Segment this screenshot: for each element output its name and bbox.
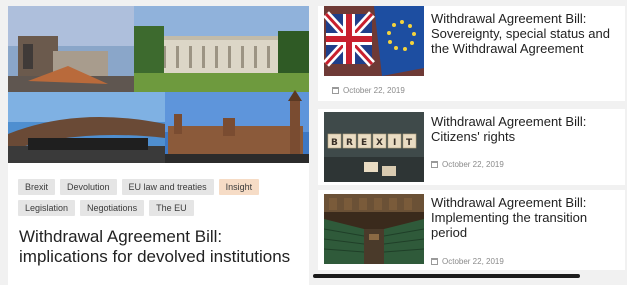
article-card-sovereignty[interactable]: Withdrawal Agreement Bill: Sovereignty, …	[318, 6, 625, 101]
tag-legislation[interactable]: Legislation	[18, 200, 76, 216]
article-date-text: October 22, 2019	[442, 160, 504, 169]
featured-article-card[interactable]: Brexit Devolution EU law and treaties In…	[8, 6, 309, 285]
article-date: October 22, 2019	[431, 160, 504, 169]
svg-text:X: X	[376, 138, 383, 148]
article-date: October 22, 2019	[431, 257, 504, 266]
tag-the-eu[interactable]: The EU	[149, 200, 194, 216]
svg-text:I: I	[393, 138, 396, 148]
tag-insight[interactable]: Insight	[218, 179, 260, 195]
featured-article-title[interactable]: Withdrawal Agreement Bill: implications …	[19, 227, 304, 267]
tag-row-2: Legislation Negotiations The EU	[18, 200, 303, 216]
tag-brexit[interactable]: Brexit	[18, 179, 56, 195]
svg-text:B: B	[331, 138, 338, 148]
calendar-icon	[431, 258, 438, 265]
svg-text:T: T	[406, 138, 413, 148]
article-thumbnail-commons-chamber[interactable]	[324, 194, 424, 264]
tag-list: Brexit Devolution EU law and treaties In…	[18, 179, 303, 221]
tag-negotiations[interactable]: Negotiations	[80, 200, 145, 216]
svg-text:R: R	[346, 138, 353, 148]
article-title[interactable]: Withdrawal Agreement Bill: Implementing …	[431, 195, 621, 240]
tag-row-1: Brexit Devolution EU law and treaties In…	[18, 179, 303, 195]
tag-devolution[interactable]: Devolution	[60, 179, 117, 195]
article-card-transition-period[interactable]: Withdrawal Agreement Bill: Implementing …	[318, 190, 625, 270]
article-card-citizens-rights[interactable]: BRE XIT Withdrawal Agreement Bill: Citiz…	[318, 109, 625, 185]
article-date-text: October 22, 2019	[442, 257, 504, 266]
tag-eu-law-and-treaties[interactable]: EU law and treaties	[121, 179, 214, 195]
article-title[interactable]: Withdrawal Agreement Bill: Sovereignty, …	[431, 11, 621, 56]
article-thumbnail-brexit-tiles[interactable]: BRE XIT	[324, 112, 424, 182]
article-date: October 22, 2019	[332, 86, 405, 95]
calendar-icon	[431, 161, 438, 168]
calendar-icon	[332, 87, 339, 94]
featured-collage-image[interactable]	[8, 6, 309, 163]
svg-text:E: E	[361, 138, 367, 148]
article-title[interactable]: Withdrawal Agreement Bill: Citizens' rig…	[431, 114, 621, 144]
article-thumbnail-flags[interactable]	[324, 6, 424, 76]
article-date-text: October 22, 2019	[343, 86, 405, 95]
horizontal-scrollbar[interactable]	[313, 274, 580, 278]
